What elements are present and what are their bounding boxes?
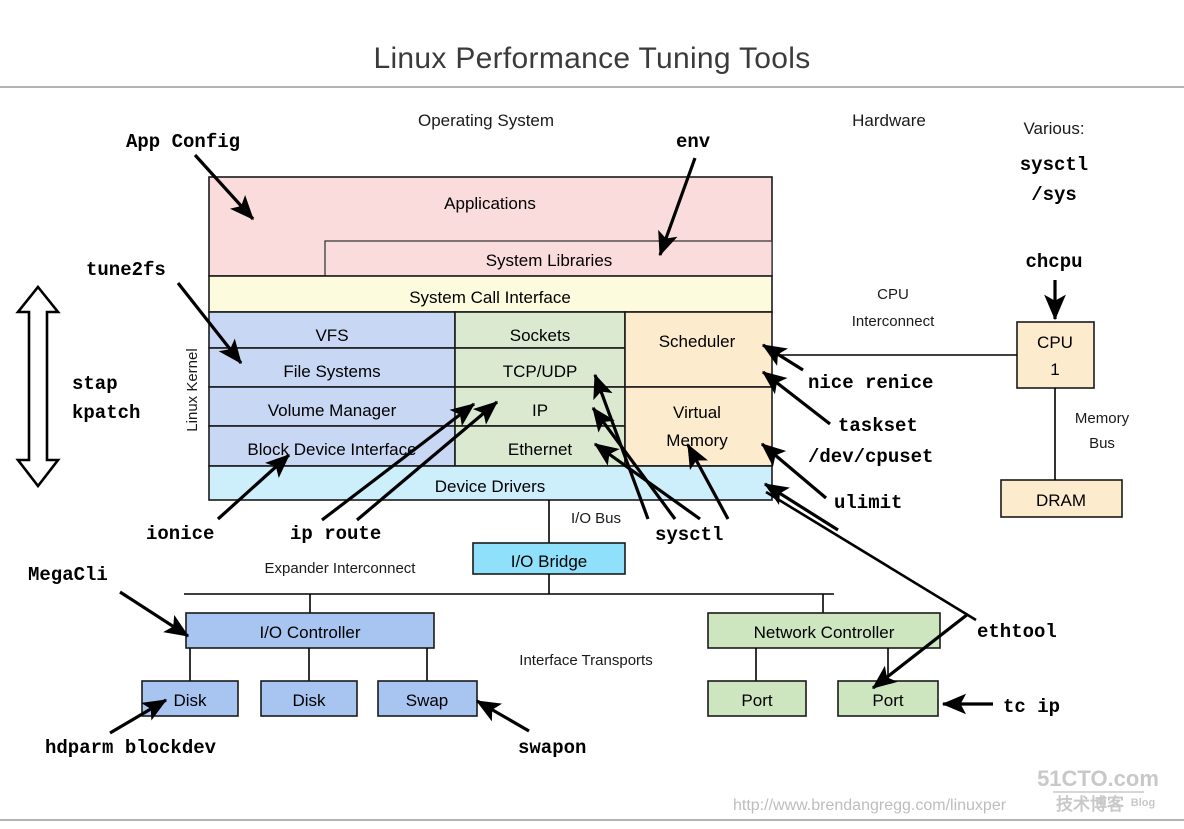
watermark-main-text: 51CTO.com [1037,766,1159,791]
tool-label-chcpu: chcpu [1025,251,1082,273]
box-scheduler-label: Scheduler [659,332,736,351]
box-port-2-label: Port [872,691,903,710]
arrow-device-drivers-right [763,482,839,532]
footer-url: http://www.brendangregg.com/linuxper [733,797,1007,814]
tool-label-taskset: taskset [838,415,918,437]
tool-label-hdparm-blockdev: hdparm blockdev [45,737,217,759]
box-virtual-memory [624,386,773,467]
box-volume-manager-label: Volume Manager [268,401,397,420]
bus-label-cpu-interconnect-line2: Interconnect [852,313,935,330]
watermark-sub-text: 技术博客 [1056,794,1125,814]
bus-label-expander-interconnect: Expander Interconnect [265,560,417,577]
page-title: Linux Performance Tuning Tools [373,42,810,75]
tool-label-swapon: swapon [518,737,586,759]
bus-label-memory-bus-line2: Bus [1089,435,1115,452]
box-ip-label: IP [532,401,548,420]
box-system-libraries-label: System Libraries [486,251,613,270]
linux-kernel-side-label: Linux Kernel [184,348,201,431]
box-port-1-label: Port [741,691,772,710]
box-sockets-label: Sockets [510,326,570,345]
section-label-operating-system: Operating System [418,111,554,130]
section-label-various: Various: [1023,119,1084,138]
tool-label-tc-ip: tc ip [1003,696,1060,718]
box-applications-label: Applications [444,194,536,213]
box-swap-label: Swap [406,691,449,710]
stap-kpatch-range-arrow [15,284,61,489]
tool-label-sysctl-bottom: sysctl [655,524,723,546]
box-file-systems-label: File Systems [283,362,380,381]
box-network-controller-label: Network Controller [754,623,895,642]
tool-label-ip-route: ip route [290,523,381,545]
bus-label-io-bus: I/O Bus [571,510,621,527]
box-block-device-interface-label: Block Device Interface [247,440,416,459]
box-virtual-memory-label-line1: Virtual [673,403,721,422]
tool-label-app-config: App Config [126,131,240,153]
tool-label-kpatch: kpatch [72,402,140,424]
diagram-canvas: Linux Performance Tuning Tools Operating… [0,0,1184,829]
watermark-blog-text: Blog [1131,797,1155,809]
section-label-hardware: Hardware [852,111,926,130]
tool-label-env: env [676,131,711,153]
tool-label-stap: stap [72,373,118,395]
tool-label-ionice: ionice [146,523,214,545]
box-ethernet-label: Ethernet [508,440,573,459]
box-disk-2-label: Disk [292,691,326,710]
bus-label-cpu-interconnect-line1: CPU [877,286,909,303]
box-disk-1-label: Disk [173,691,207,710]
tool-label-ethtool: ethtool [977,621,1057,643]
tool-label-megacli: MegaCli [28,564,108,586]
arrow-swapon [475,699,530,733]
tool-label-tune2fs: tune2fs [86,259,166,281]
box-tcp-udp-label: TCP/UDP [503,362,578,381]
arrow-megacli [119,590,190,638]
box-system-call-interface-label: System Call Interface [409,288,571,307]
box-io-controller-label: I/O Controller [259,623,360,642]
box-cpu-label-line2: 1 [1050,360,1059,379]
bus-label-memory-bus-line1: Memory [1075,410,1130,427]
bus-label-interface-transports: Interface Transports [519,652,652,669]
tool-label-dev-cpuset: /dev/cpuset [808,446,933,468]
box-vfs-label: VFS [315,326,348,345]
box-cpu-label-line1: CPU [1037,333,1073,352]
box-virtual-memory-label-line2: Memory [666,431,728,450]
box-dram-label: DRAM [1036,491,1086,510]
tool-label-nice-renice: nice renice [808,372,933,394]
tool-label-various-sys: /sys [1031,184,1077,206]
tool-label-various-sysctl: sysctl [1020,154,1088,176]
tool-label-ulimit: ulimit [834,492,902,514]
watermark: 51CTO.com 技术博客 Blog [1037,766,1159,814]
box-io-bridge-label: I/O Bridge [511,552,588,571]
box-device-drivers-label: Device Drivers [435,477,546,496]
